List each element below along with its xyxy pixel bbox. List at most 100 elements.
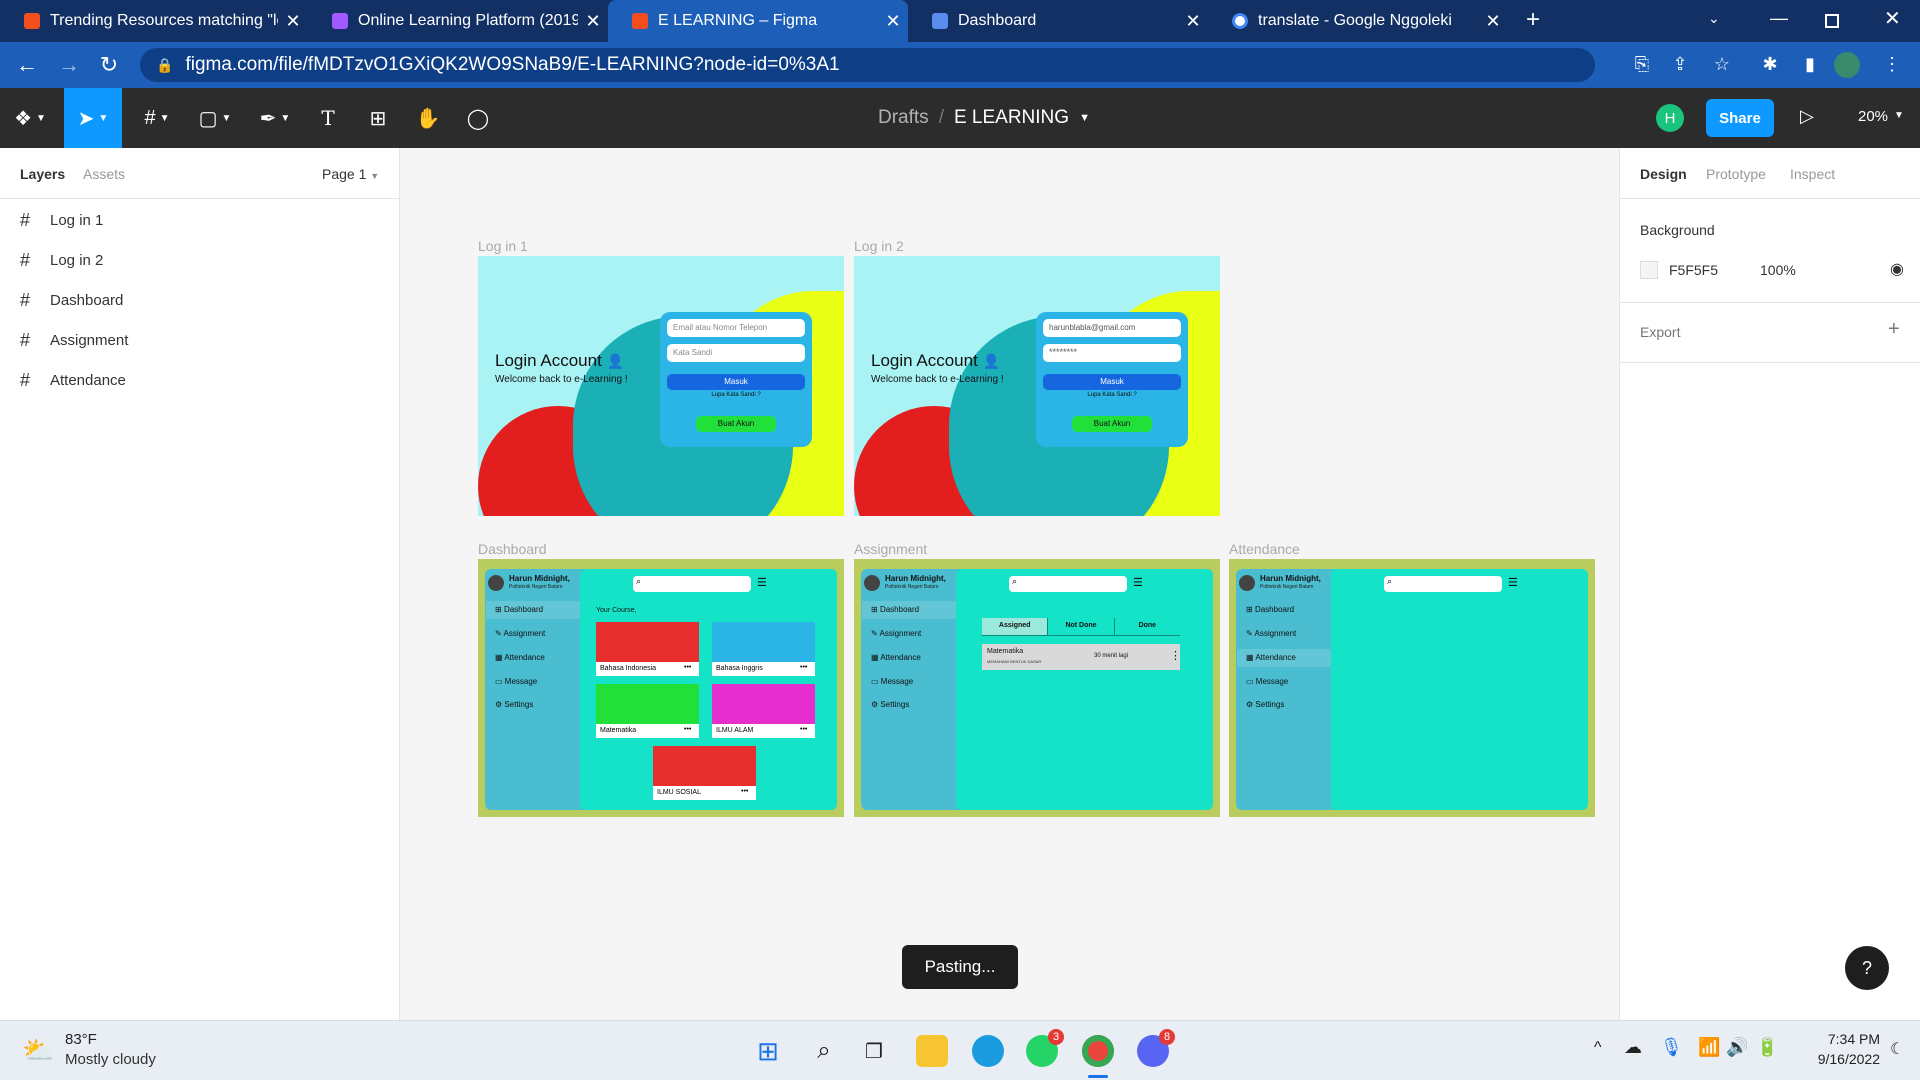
save-page-icon[interactable]: ⎘ (1630, 54, 1654, 75)
more-icon[interactable]: ••• (741, 788, 748, 795)
filter-icon[interactable]: ☰ (1508, 576, 1518, 589)
frame-tool-icon[interactable]: # ▼ (132, 88, 182, 148)
discord-icon[interactable]: 8 (1137, 1029, 1175, 1067)
frame-login-1[interactable]: Login Account 👤 Welcome back to e-Learni… (478, 256, 844, 516)
frame-dashboard[interactable]: Harun Midnight, Politeknik Negeri Batam … (478, 559, 844, 817)
frame-label[interactable]: Attendance (1229, 541, 1300, 557)
forward-icon[interactable]: → (56, 52, 82, 78)
resources-tool-icon[interactable]: ⊞ (360, 88, 396, 148)
design-canvas[interactable]: Log in 1 Login Account 👤 Welcome back to… (401, 148, 1619, 1020)
volume-icon[interactable]: 🔊 (1726, 1037, 1748, 1058)
tab-layers[interactable]: Layers (20, 166, 65, 182)
menu-dashboard[interactable]: ⊞ Dashboard (871, 605, 919, 614)
filter-icon[interactable]: ☰ (1133, 576, 1143, 589)
frame-label[interactable]: Assignment (854, 541, 927, 557)
browser-tab[interactable]: translate - Google Nggoleki ✕ (1208, 0, 1508, 42)
password-field[interactable]: Kata Sandi (667, 344, 805, 362)
show-hidden-icons-chevron-icon[interactable]: ^ (1594, 1039, 1602, 1057)
restore-icon[interactable] (1825, 14, 1839, 28)
background-opacity[interactable]: 100% (1760, 262, 1796, 278)
zoom-level[interactable]: 20% (1858, 108, 1888, 125)
hand-tool-icon[interactable]: ✋ (410, 88, 446, 148)
browser-tab[interactable]: Trending Resources matching "le ✕ (0, 0, 308, 42)
zoom-chevron-icon[interactable]: ▼ (1894, 110, 1904, 121)
tab-assets[interactable]: Assets (83, 166, 125, 182)
wifi-icon[interactable]: 📶 (1698, 1037, 1720, 1058)
breadcrumb-drafts[interactable]: Drafts (878, 107, 929, 129)
browser-menu-icon[interactable]: ⋮ (1880, 54, 1904, 75)
whatsapp-icon[interactable]: 3 (1026, 1029, 1064, 1067)
layer-item[interactable]: # Assignment (20, 320, 128, 360)
weather-condition[interactable]: Mostly cloudy (65, 1051, 156, 1068)
figma-main-menu-icon[interactable]: ❖ ▼ (6, 88, 54, 148)
email-field[interactable]: Email atau Nomor Telepon (667, 319, 805, 337)
layer-item[interactable]: # Dashboard (20, 280, 123, 320)
profile-avatar[interactable] (1834, 52, 1860, 78)
task-more-icon[interactable]: ⋮ (1170, 649, 1181, 662)
edge-browser-icon[interactable] (972, 1035, 1004, 1067)
search-input[interactable]: ⌕ (1384, 576, 1502, 592)
course-card-ilmu-alam[interactable]: ILMU ALAM ••• (712, 684, 815, 738)
tab-design[interactable]: Design (1640, 166, 1687, 182)
menu-settings[interactable]: ⚙ Settings (871, 700, 909, 709)
menu-settings[interactable]: ⚙ Settings (1246, 700, 1284, 709)
page-selector[interactable]: Page 1 ▼ (322, 166, 379, 182)
menu-settings[interactable]: ⚙ Settings (495, 700, 533, 709)
frame-attendance[interactable]: Harun Midnight, Politeknik Negeri Batam … (1229, 559, 1595, 817)
task-item[interactable]: Matematika MEMAHAMI BENTUK DASAR 30 meni… (982, 644, 1181, 670)
add-export-icon[interactable]: + (1888, 318, 1900, 341)
email-field[interactable]: harunblabla@gmail.com (1043, 319, 1181, 337)
course-card-bahasa-indonesia[interactable]: Bahasa Indonesia ••• (596, 622, 699, 676)
close-window-icon[interactable]: ✕ (1884, 6, 1901, 31)
chevron-down-icon[interactable]: ▼ (1079, 112, 1090, 124)
address-bar[interactable]: 🔒 figma.com/file/fMDTzvO1GXiQK2WO9SNaB9/… (140, 48, 1595, 82)
search-icon[interactable]: ⌕ (808, 1035, 840, 1067)
bookmark-star-icon[interactable]: ☆ (1710, 54, 1734, 75)
menu-attendance[interactable]: ▦ Attendance (871, 653, 921, 662)
move-tool-icon[interactable]: ➤ ▼ (64, 88, 122, 148)
more-icon[interactable]: ••• (684, 726, 691, 733)
clock-date[interactable]: 9/16/2022 (1800, 1051, 1880, 1067)
help-button[interactable]: ? (1845, 946, 1889, 990)
task-view-icon[interactable]: ❐ (858, 1035, 890, 1067)
present-play-icon[interactable]: ▷ (1800, 106, 1814, 127)
menu-message[interactable]: ▭ Message (495, 677, 537, 686)
menu-attendance[interactable]: ▦ Attendance (495, 653, 545, 662)
more-icon[interactable]: ••• (684, 664, 691, 671)
microphone-icon[interactable]: 🎙 (1660, 1037, 1683, 1058)
search-input[interactable]: ⌕ (633, 576, 751, 592)
weather-temp[interactable]: 83°F (65, 1031, 97, 1048)
frame-label[interactable]: Dashboard (478, 541, 547, 557)
login-button[interactable]: Masuk (1043, 374, 1181, 390)
menu-message[interactable]: ▭ Message (871, 677, 913, 686)
frame-login-2[interactable]: Login Account 👤 Welcome back to e-Learni… (854, 256, 1220, 516)
create-account-button[interactable]: Buat Akun (1072, 416, 1152, 432)
battery-icon[interactable]: 🔋 (1756, 1037, 1778, 1058)
layer-item[interactable]: # Log in 1 (20, 200, 103, 240)
more-icon[interactable]: ••• (800, 664, 807, 671)
file-name[interactable]: E LEARNING (954, 107, 1069, 129)
course-card-matematika[interactable]: Matematika ••• (596, 684, 699, 738)
search-input[interactable]: ⌕ (1009, 576, 1127, 592)
share-icon[interactable]: ⇪ (1668, 54, 1692, 75)
login-button[interactable]: Masuk (667, 374, 805, 390)
menu-assignment[interactable]: ✎ Assignment (495, 629, 545, 638)
close-tab-icon[interactable]: ✕ (278, 11, 308, 32)
frame-label[interactable]: Log in 2 (854, 238, 904, 254)
close-tab-icon[interactable]: ✕ (1478, 11, 1508, 32)
background-hex[interactable]: F5F5F5 (1669, 262, 1718, 278)
forgot-password-link[interactable]: Lupa Kata Sandi ? (660, 392, 812, 398)
background-swatch[interactable] (1640, 261, 1658, 279)
shape-tool-icon[interactable]: ▢ ▼ (190, 88, 240, 148)
comment-tool-icon[interactable]: ◯ (460, 88, 496, 148)
course-card-ilmu-sosial[interactable]: ILMU SOSIAL ••• (653, 746, 756, 800)
menu-assignment[interactable]: ✎ Assignment (871, 629, 921, 638)
text-tool-icon[interactable]: T (310, 88, 346, 148)
visibility-eye-icon[interactable]: ◉ (1890, 259, 1904, 279)
file-explorer-icon[interactable] (916, 1035, 948, 1067)
weather-cloud-sun-icon[interactable]: ⛅ (22, 1035, 54, 1066)
course-card-bahasa-inggris[interactable]: Bahasa Inggris ••• (712, 622, 815, 676)
more-icon[interactable]: ••• (800, 726, 807, 733)
browser-tab[interactable]: Dashboard ✕ (908, 0, 1208, 42)
minimize-icon[interactable]: — (1770, 8, 1788, 29)
